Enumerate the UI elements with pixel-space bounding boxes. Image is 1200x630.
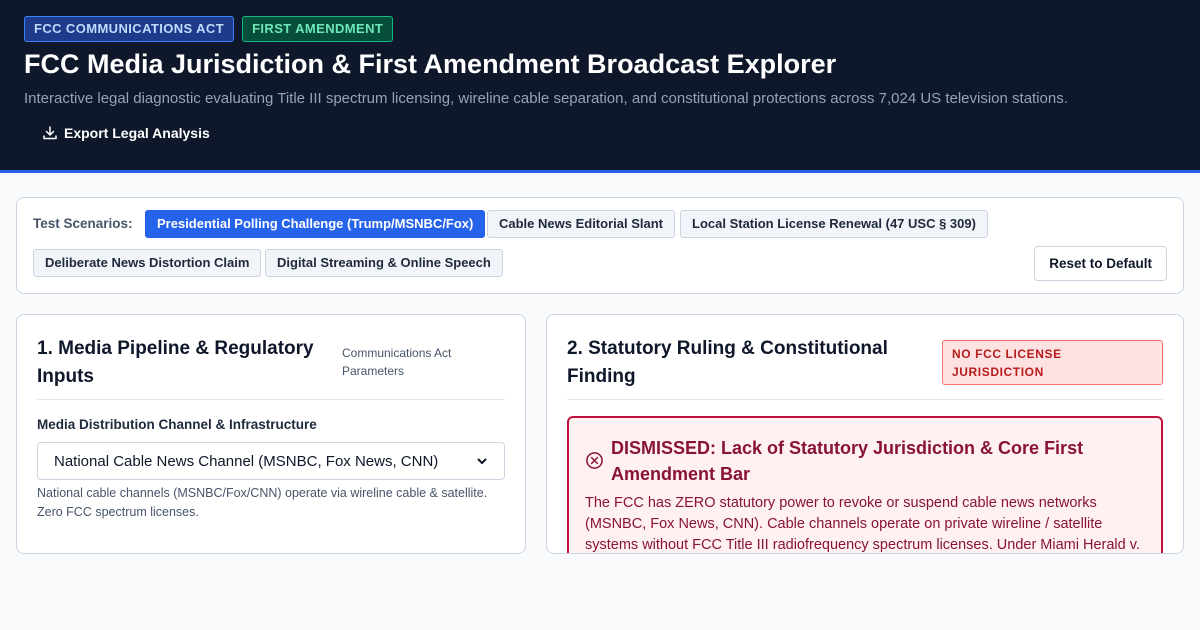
badge-row: FCC COMMUNICATIONS ACT FIRST AMENDMENT — [24, 16, 1176, 42]
chevron-down-icon — [477, 458, 487, 464]
ruling-panel-header: 2. Statutory Ruling & Constitutional Fin… — [567, 335, 1163, 400]
download-icon — [43, 126, 57, 140]
ruling-panel-title: 2. Statutory Ruling & Constitutional Fin… — [567, 338, 888, 387]
export-button-label: Export Legal Analysis — [64, 125, 210, 141]
export-legal-analysis-button[interactable]: Export Legal Analysis — [42, 125, 210, 141]
channel-help-text: National cable channels (MSNBC/Fox/CNN) … — [37, 486, 488, 519]
verdict-badge: NO FCC LICENSE JURISDICTION — [942, 340, 1163, 385]
scenario-news-distortion[interactable]: Deliberate News Distortion Claim — [33, 249, 262, 277]
reset-default-button[interactable]: Reset to Default — [1034, 246, 1167, 281]
scenario-cable-news-slant[interactable]: Cable News Editorial Slant — [487, 210, 675, 238]
ruling-card: DISMISSED: Lack of Statutory Jurisdictio… — [567, 416, 1163, 553]
inputs-panel-header: 1. Media Pipeline & Regulatory Inputs Co… — [37, 335, 505, 400]
ruling-panel: 2. Statutory Ruling & Constitutional Fin… — [546, 314, 1184, 554]
page-subtitle: Interactive legal diagnostic evaluating … — [24, 90, 1068, 107]
channel-select-value: National Cable News Channel (MSNBC, Fox … — [54, 452, 439, 470]
fcc-act-badge: FCC COMMUNICATIONS ACT — [24, 16, 235, 42]
x-circle-icon — [586, 452, 603, 469]
scenario-digital-streaming[interactable]: Digital Streaming & Online Speech — [265, 249, 503, 277]
first-amendment-badge: FIRST AMENDMENT — [242, 16, 394, 42]
channel-field-label: Media Distribution Channel & Infrastruct… — [37, 417, 317, 432]
inputs-panel-subtitle: Communications Act Parameters — [342, 346, 452, 378]
page-header: FCC COMMUNICATIONS ACT FIRST AMENDMENT F… — [0, 0, 1200, 173]
test-scenarios-bar: Test Scenarios: Presidential Polling Cha… — [16, 197, 1184, 294]
scenario-license-renewal[interactable]: Local Station License Renewal (47 USC § … — [680, 210, 988, 238]
page-title: FCC Media Jurisdiction & First Amendment… — [24, 49, 837, 79]
channel-select[interactable]: National Cable News Channel (MSNBC, Fox … — [37, 442, 505, 480]
ruling-title: DISMISSED: Lack of Statutory Jurisdictio… — [611, 438, 1084, 484]
scenarios-label: Test Scenarios: — [33, 216, 133, 231]
scenario-presidential-polling[interactable]: Presidential Polling Challenge (Trump/MS… — [145, 210, 486, 238]
inputs-panel-title: 1. Media Pipeline & Regulatory Inputs — [37, 338, 314, 387]
ruling-body: The FCC has ZERO statutory power to revo… — [585, 495, 1140, 553]
inputs-panel: 1. Media Pipeline & Regulatory Inputs Co… — [16, 314, 526, 554]
